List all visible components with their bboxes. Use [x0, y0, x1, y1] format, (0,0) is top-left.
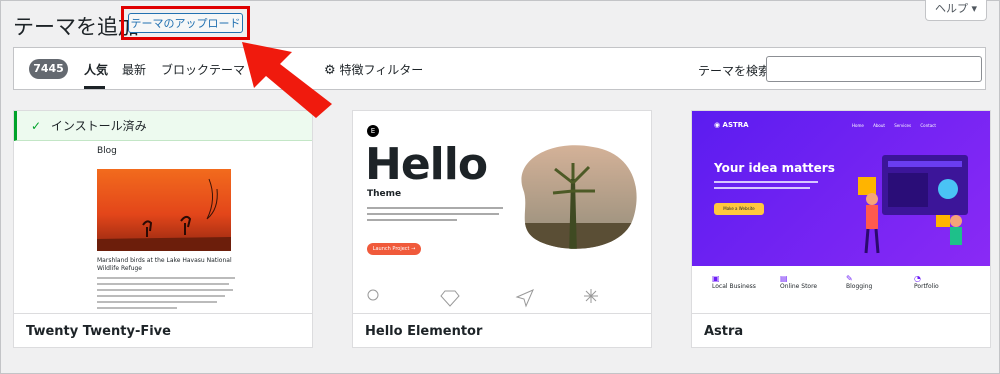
astra-cta-button: Make a Website — [714, 203, 764, 215]
feature-label: Local Business — [712, 283, 756, 290]
astra-nav-services: Services — [894, 123, 912, 128]
theme-name: Astra — [692, 313, 990, 347]
theme-screenshot: ✓ インストール済み Blog Marshland birds at the L… — [14, 111, 312, 313]
preview-body-lines — [97, 277, 235, 309]
upload-theme-button[interactable]: テーマのアップロード — [128, 13, 243, 33]
tab-block-themes[interactable]: ブロックテーマ — [161, 61, 245, 78]
preview-feature-icons — [367, 289, 598, 308]
preview-caption: Marshland birds at the Lake Havasu Natio… — [97, 257, 232, 272]
preview-heading: Blog — [97, 146, 117, 156]
theme-card-twenty-twenty-five[interactable]: ✓ インストール済み Blog Marshland birds at the L… — [13, 110, 313, 348]
theme-count-badge: 7445 — [29, 59, 68, 79]
preview-headline: Hello — [365, 139, 488, 190]
preview-launch-button: Launch Project → — [367, 243, 421, 255]
feature-label: Online Store — [780, 283, 818, 290]
filter-bar: 7445 人気 最新 ブロックテーマ お ⚙ 特徴フィルター テーマを検索 — [13, 47, 986, 90]
astra-nav-contact: Contact — [920, 123, 936, 128]
annotation-arrow-icon — [242, 42, 332, 118]
theme-screenshot: E Hello Theme Launch Project → — [353, 111, 651, 313]
tab-latest[interactable]: 最新 — [122, 61, 146, 78]
astra-logo-icon: ◉ — [714, 121, 721, 129]
help-tab[interactable]: ヘルプ ▾ — [925, 0, 987, 21]
checkmark-icon: ✓ — [31, 119, 42, 133]
preview-text-lines — [367, 207, 503, 221]
feature-filter-label: 特徴フィルター — [339, 63, 424, 77]
feature-online-store: ▤ Online Store — [780, 274, 840, 290]
store-icon: ▣ — [712, 274, 720, 283]
active-tab-indicator — [84, 86, 105, 89]
preview-cactus-image — [521, 145, 637, 249]
cart-icon: ▤ — [780, 274, 788, 283]
astra-logo-text: ASTRA — [722, 121, 749, 129]
tab-popular[interactable]: 人気 — [84, 61, 108, 78]
search-label: テーマを検索 — [698, 64, 771, 78]
feature-portfolio: ◔ Portfolio — [914, 274, 974, 290]
portfolio-icon: ◔ — [914, 274, 921, 283]
astra-body-lines — [714, 181, 818, 189]
search-input[interactable] — [766, 56, 982, 82]
preview-sunset-image — [97, 169, 231, 251]
astra-nav-home: Home — [852, 123, 864, 128]
astra-illustration — [858, 155, 968, 254]
feature-blogging: ✎ Blogging — [846, 274, 906, 290]
pen-icon: ✎ — [846, 274, 853, 283]
installed-label: インストール済み — [50, 119, 147, 133]
astra-nav: Home About Services Contact — [852, 123, 936, 128]
theme-name: Twenty Twenty-Five — [14, 313, 312, 347]
preview-subtitle: Theme — [367, 189, 402, 199]
astra-logo: ◉ ASTRA — [714, 121, 749, 129]
theme-card-astra[interactable]: ◉ ASTRA Home About Services Contact Your… — [691, 110, 991, 348]
feature-label: Blogging — [846, 283, 873, 290]
feature-local-business: ▣ Local Business — [712, 274, 772, 290]
theme-name: Hello Elementor — [353, 313, 651, 347]
theme-card-hello-elementor[interactable]: E Hello Theme Launch Project → Hello Ele… — [352, 110, 652, 348]
astra-feature-row: ▣ Local Business ▤ Online Store ✎ Bloggi… — [692, 266, 990, 313]
feature-filter-button[interactable]: ⚙ 特徴フィルター — [324, 61, 423, 78]
astra-headline: Your idea matters — [714, 161, 835, 175]
astra-nav-about: About — [873, 123, 885, 128]
theme-screenshot: ◉ ASTRA Home About Services Contact Your… — [692, 111, 990, 313]
elementor-logo-icon: E — [367, 125, 379, 137]
upload-highlight-box: テーマのアップロード — [121, 6, 250, 40]
feature-label: Portfolio — [914, 283, 939, 290]
